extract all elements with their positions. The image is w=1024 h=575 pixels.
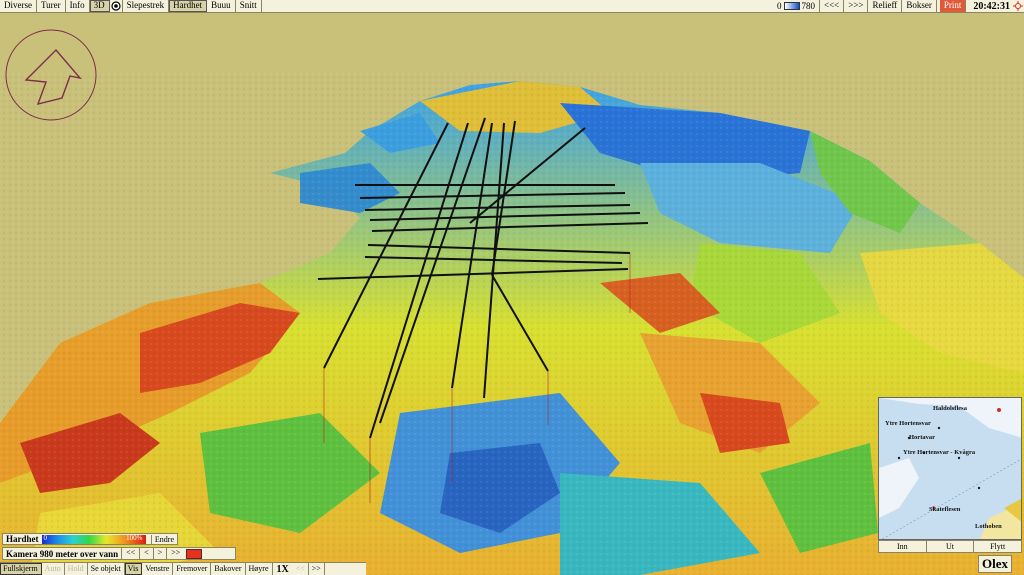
relief-button[interactable]: Relieff	[868, 0, 903, 12]
fullscreen-button[interactable]: Fullskjerm	[0, 563, 42, 575]
camera-height-label: Kamera 980 meter over vann	[6, 548, 119, 559]
menu-3d[interactable]: 3D	[89, 0, 110, 12]
hold-button[interactable]: Hold	[65, 563, 88, 575]
north-arrow-compass[interactable]	[4, 28, 98, 122]
backward-button[interactable]: Bakover	[211, 563, 246, 575]
right-button[interactable]: Høyre	[246, 563, 273, 575]
hardness-edit-button[interactable]: Endre	[150, 534, 177, 544]
menu-info[interactable]: Info	[66, 0, 90, 12]
minimap-buttons: Inn Ut Flytt	[878, 540, 1022, 553]
minimap-label-4: Ytre Hortensvar - Kvågra	[903, 449, 976, 456]
hardness-panel: Hardhet 0 100% Endre	[2, 533, 178, 545]
zoom-in-button[interactable]: Inn	[879, 541, 927, 552]
overview-minimap[interactable]: Haldolsflesa Ytre Hortensvar Hortavar Yt…	[878, 397, 1022, 540]
forward-button[interactable]: Fremover	[173, 563, 212, 575]
sun-icon[interactable]	[1012, 0, 1024, 12]
minimap-label-6: Lothoben	[975, 523, 1002, 530]
record-icon[interactable]	[110, 0, 123, 12]
minimap-label-3: Hortavar	[909, 434, 935, 441]
menu-snitt[interactable]: Snitt	[236, 0, 262, 12]
depth-next-button[interactable]: >>>	[844, 0, 869, 12]
depth-max: 780	[801, 1, 816, 11]
menu-buuu[interactable]: Buuu	[207, 0, 236, 12]
depth-min: 0	[777, 1, 782, 11]
hardness-max: 100%	[126, 533, 143, 542]
zoom-out-button[interactable]: Ut	[927, 541, 975, 552]
depth-color-bar	[783, 2, 800, 10]
speed-indicator: 1X	[276, 563, 289, 575]
camera-fast-back-button[interactable]: <<	[121, 548, 139, 559]
bottom-toolbar: Fullskjerm Auto Hold Se objekt Vis Venst…	[0, 562, 366, 575]
north-arrow-icon	[24, 48, 82, 105]
camera-forward-button[interactable]: >	[152, 548, 167, 559]
depth-scale[interactable]: 0 780	[773, 1, 819, 11]
clock: 20:42:31	[973, 0, 1010, 12]
top-menu-bar: Diverse Turer Info 3D Slepestrek Hardhet…	[0, 0, 1024, 13]
camera-back-button[interactable]: <	[139, 548, 153, 559]
hardness-label: Hardhet	[6, 534, 39, 544]
minimap-label-2: Ytre Hortensvar	[885, 420, 931, 427]
slower-button[interactable]: <<	[293, 563, 309, 575]
show-button[interactable]: Vis	[124, 563, 143, 575]
hardness-color-scale: 0 100%	[41, 533, 146, 544]
camera-stop-button[interactable]	[186, 548, 203, 559]
menu-turer[interactable]: Turer	[37, 0, 66, 12]
minimap-label-1: Haldolsflesa	[933, 405, 967, 412]
hardness-min: 0	[43, 533, 48, 542]
bokser-button[interactable]: Bokser	[902, 0, 937, 12]
see-object-button[interactable]: Se objekt	[88, 563, 125, 575]
auto-button[interactable]: Auto	[42, 563, 65, 575]
camera-fast-forward-button[interactable]: >>	[166, 548, 184, 559]
menu-hardhet[interactable]: Hardhet	[169, 0, 208, 12]
depth-prev-button[interactable]: <<<	[819, 0, 845, 12]
minimap-label-5: Skateflesen	[929, 506, 961, 513]
menu-diverse[interactable]: Diverse	[0, 0, 37, 12]
left-button[interactable]: Venstre	[142, 563, 174, 575]
olex-logo: Olex	[978, 555, 1012, 573]
seabed-3d-view[interactable]	[0, 13, 1024, 575]
move-button[interactable]: Flytt	[974, 541, 1021, 552]
camera-panel: Kamera 980 meter over vann << < > >>	[2, 547, 236, 560]
menu-slepestrek[interactable]: Slepestrek	[123, 0, 170, 12]
faster-button[interactable]: >>	[309, 563, 325, 575]
print-button[interactable]: Print	[939, 0, 967, 12]
